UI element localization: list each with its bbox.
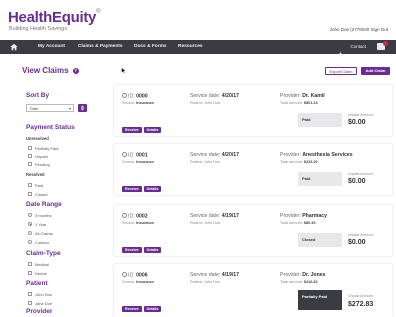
receive-button[interactable]: Receive xyxy=(122,186,142,192)
claim-source: Source: Insurance xyxy=(122,280,155,284)
nav-contact[interactable]: Contact xyxy=(350,44,366,49)
claim-card: ID: 0002 Source: Insurance Service date:… xyxy=(114,205,392,256)
payment-status-heading: Payment Status xyxy=(26,124,75,131)
export-claim-button[interactable]: Export Claim xyxy=(325,67,357,75)
claim-patient: Patient: John Doe xyxy=(190,221,221,225)
unpaid-amount: $0.00 xyxy=(348,178,366,185)
mouse-cursor-icon xyxy=(121,67,126,74)
patient-heading: Patient xyxy=(26,280,48,287)
clock-icon xyxy=(122,213,127,218)
unpaid-amount: $0.00 xyxy=(348,119,366,126)
unpaid-label: Unpaid Amount: xyxy=(348,294,374,298)
claim-actions: Receive Details xyxy=(122,118,163,136)
filter-sidebar: Sort By Date ▾ Payment Status Unresolved … xyxy=(22,86,96,317)
claim-service-date: Service date: 4/19/17 xyxy=(190,272,240,278)
claim-card: ID: 0000 Source: Insurance Service date:… xyxy=(114,85,392,136)
claim-total: Total amount: $80.49 xyxy=(280,221,316,225)
claim-provider: Provider: Dr. Jones xyxy=(280,272,326,278)
sort-arrows-icon xyxy=(80,105,85,111)
date-range-heading: Date Range xyxy=(26,201,62,208)
help-icon[interactable]: ? xyxy=(72,67,79,74)
clock-icon xyxy=(122,272,127,277)
claim-provider: Provider: Dr. Kamil xyxy=(280,93,325,99)
claim-patient: Patient: John Doe xyxy=(190,280,221,284)
claim-total: Total amount: $416.82 xyxy=(280,280,318,284)
nav-my-account[interactable]: My Account xyxy=(38,44,65,49)
claim-total: Total amount: $233.20 xyxy=(280,160,318,164)
provider-heading: Provider xyxy=(26,308,53,315)
claim-provider: Provider: Pharmacy xyxy=(280,213,328,219)
claim-patient: Patient: John Doe xyxy=(190,160,221,164)
claim-source: Source: Insurance xyxy=(122,101,155,105)
claim-service-date: Service date: 4/19/17 xyxy=(190,213,240,219)
claim-source: Source: Insurance xyxy=(122,221,155,225)
status-badge: Partially Paid xyxy=(298,290,342,310)
mail-icon[interactable] xyxy=(377,41,388,50)
status-badge: Paid xyxy=(298,113,342,127)
clock-icon xyxy=(122,152,127,157)
phone-icon[interactable] xyxy=(339,44,344,57)
claim-service-date: Service date: 4/20/17 xyxy=(190,93,240,99)
sort-direction-button[interactable] xyxy=(78,104,87,112)
nav-claims-payments[interactable]: Claims & Payments xyxy=(78,44,123,49)
unpaid-amount: $272.83 xyxy=(348,301,374,308)
claim-actions: Receive Details xyxy=(122,297,163,315)
resolved-heading: Resolved xyxy=(26,172,45,177)
status-badge: Closed xyxy=(298,233,342,247)
details-button[interactable]: Details xyxy=(143,247,162,253)
unpaid-amount: $0.00 xyxy=(348,239,366,246)
page-title: View Claims ? xyxy=(22,66,79,75)
nav-docs-forms[interactable]: Docs & Forms xyxy=(134,44,167,49)
app-header: HealthEquity® Building Health Savings Jo… xyxy=(0,0,396,38)
notification-badge xyxy=(383,41,388,46)
claim-id: ID: 0001 xyxy=(122,152,148,159)
claim-total: Total amount: $801.24 xyxy=(280,101,318,105)
claim-card: ID: 0006 Source: Insurance Service date:… xyxy=(114,264,392,317)
unpaid-label: Unpaid Amount: xyxy=(348,233,374,237)
unpaid-label: Unpaid Amount: xyxy=(348,172,374,176)
claim-service-date: Service date: 4/20/17 xyxy=(190,152,240,158)
claim-id: ID: 0000 xyxy=(122,93,148,100)
sort-by-heading: Sort By xyxy=(26,92,50,99)
claim-patient: Patient: John Doe xyxy=(190,101,221,105)
claim-provider: Provider: Anesthesia Services xyxy=(280,152,353,158)
claim-source: Source: Insurance xyxy=(122,160,155,164)
main-nav: My Account Claims & Payments Docs & Form… xyxy=(0,40,396,57)
logo[interactable]: HealthEquity® xyxy=(8,9,101,26)
sort-select[interactable]: Date ▾ xyxy=(26,104,74,112)
unpaid-label: Unpaid Amount: xyxy=(348,113,374,117)
status-badge: Paid xyxy=(298,172,342,186)
unresolved-heading: Unresolved xyxy=(26,136,49,141)
logo-text: HealthEquity xyxy=(8,9,97,26)
details-button[interactable]: Details xyxy=(143,127,162,133)
details-button[interactable]: Details xyxy=(143,186,162,192)
home-icon[interactable] xyxy=(10,43,18,51)
sort-select-value: Date xyxy=(30,106,39,111)
receive-button[interactable]: Receive xyxy=(122,306,142,312)
add-claim-button[interactable]: Add Claim xyxy=(361,67,390,75)
claim-card: ID: 0001 Source: Insurance Service date:… xyxy=(114,144,392,195)
receive-button[interactable]: Receive xyxy=(122,127,142,133)
logo-trademark: ® xyxy=(96,9,101,15)
claim-id: ID: 0002 xyxy=(122,213,148,220)
claim-id: ID: 0006 xyxy=(122,272,148,279)
chevron-down-icon: ▾ xyxy=(68,106,71,111)
clock-icon xyxy=(122,93,127,98)
details-button[interactable]: Details xyxy=(143,306,162,312)
nav-resources[interactable]: Resources xyxy=(178,44,203,49)
claim-actions: Receive Details xyxy=(122,238,163,256)
receive-button[interactable]: Receive xyxy=(122,247,142,253)
claim-type-heading: Claim-Type xyxy=(26,250,61,257)
user-account-line[interactable]: John Doe (2776030 Sign Out xyxy=(330,27,388,32)
claim-actions: Receive Details xyxy=(122,177,163,195)
logo-tagline: Building Health Savings xyxy=(9,26,68,32)
page-title-text: View Claims xyxy=(22,66,69,75)
